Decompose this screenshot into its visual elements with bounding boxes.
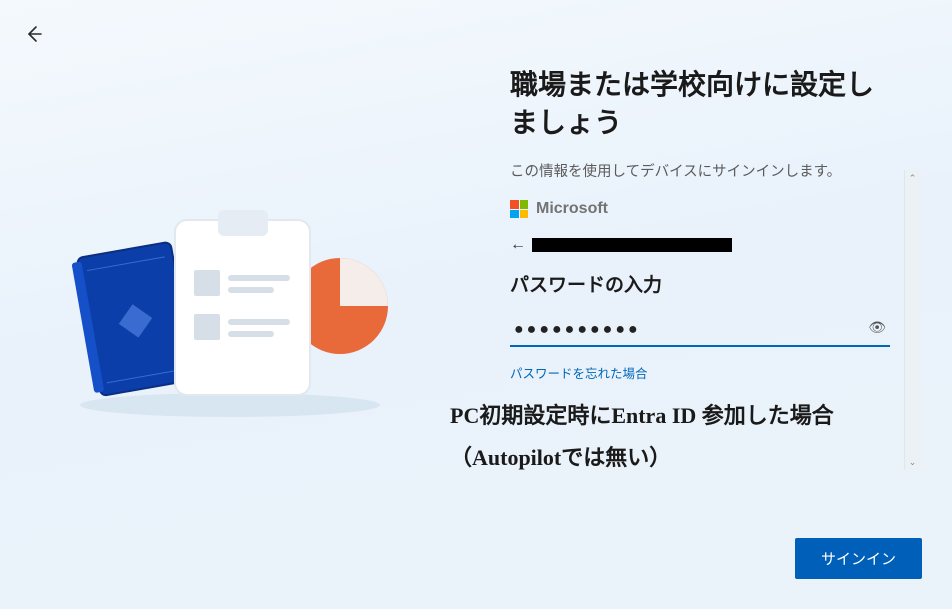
- signed-in-email: [532, 238, 732, 252]
- signin-button[interactable]: サインイン: [795, 538, 922, 579]
- arrow-left-icon: [24, 24, 44, 44]
- microsoft-brand-text: Microsoft: [536, 200, 608, 218]
- microsoft-logo-icon: [510, 200, 528, 218]
- identity-back-button[interactable]: ←: [510, 236, 526, 254]
- annotation-line-2: （Autopilotでは無い）: [450, 437, 920, 479]
- password-heading: パスワードの入力: [510, 270, 890, 297]
- annotation-text: PC初期設定時にEntra ID 参加した場合 （Autopilotでは無い）: [450, 395, 920, 479]
- reveal-password-icon[interactable]: 👁: [868, 319, 886, 336]
- setup-illustration: [60, 210, 400, 420]
- back-button[interactable]: [24, 24, 44, 49]
- password-input[interactable]: [510, 317, 890, 347]
- forgot-password-link[interactable]: パスワードを忘れた場合: [510, 363, 648, 382]
- page-title: 職場または学校向けに設定しましょう: [510, 66, 900, 142]
- scroll-up-button[interactable]: ⌃: [905, 170, 921, 186]
- microsoft-brand-row: Microsoft: [510, 200, 890, 218]
- annotation-line-1: PC初期設定時にEntra ID 参加した場合: [450, 395, 920, 437]
